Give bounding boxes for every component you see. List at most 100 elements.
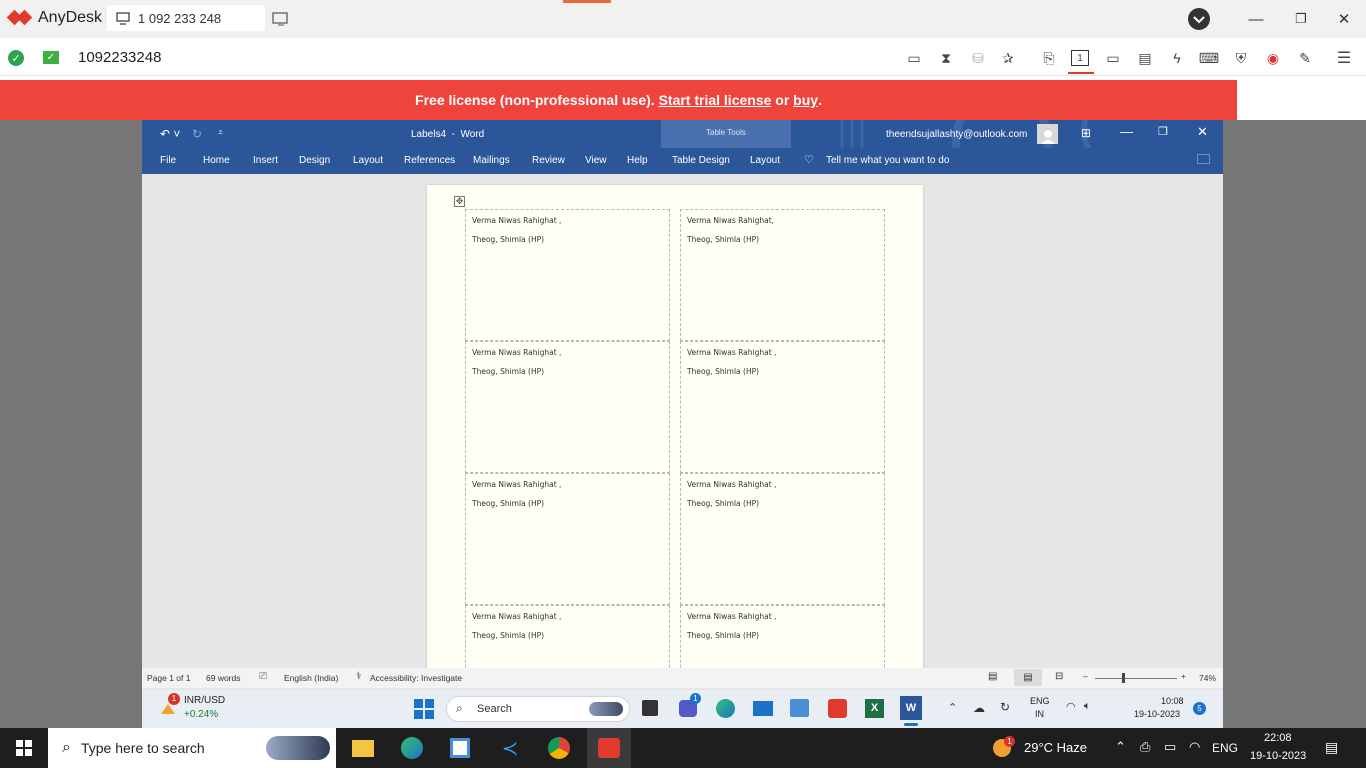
remote-clock-time[interactable]: 10:08 bbox=[1161, 696, 1184, 706]
label-cell[interactable]: Verma Niwas Rahighat , Theog, Shimla (HP) bbox=[465, 341, 670, 473]
tray-chevron-icon[interactable]: ⌃ bbox=[948, 701, 957, 714]
tab-help[interactable]: Help bbox=[627, 155, 648, 166]
zoom-out-icon[interactable]: – bbox=[1083, 671, 1088, 681]
document-area[interactable]: ✥ Verma Niwas Rahighat , Theog, Shimla (H… bbox=[142, 174, 1223, 668]
tell-me-input[interactable]: Tell me what you want to do bbox=[826, 155, 949, 166]
clock-date[interactable]: 19-10-2023 bbox=[1250, 750, 1306, 762]
mail-icon[interactable] bbox=[753, 701, 773, 716]
chrome-icon[interactable] bbox=[547, 736, 571, 760]
comments-icon[interactable] bbox=[1197, 154, 1210, 164]
qat-customize-icon[interactable]: ⩡ bbox=[218, 127, 223, 138]
redo-icon[interactable]: ↻ bbox=[192, 127, 202, 141]
menu-chevron-icon[interactable] bbox=[1187, 8, 1211, 30]
start-trial-link[interactable]: Start trial license bbox=[659, 92, 772, 108]
page-count[interactable]: Page 1 of 1 bbox=[147, 673, 190, 683]
tray-up-icon[interactable]: ⌃ bbox=[1115, 739, 1126, 755]
table-move-handle-icon[interactable]: ✥ bbox=[454, 196, 465, 207]
ribbon-display-options-icon[interactable]: ⊞ bbox=[1081, 126, 1091, 140]
edge-taskbar-icon[interactable] bbox=[400, 736, 424, 760]
lang-indicator[interactable]: ENG bbox=[1212, 741, 1238, 755]
remote-start-icon[interactable] bbox=[414, 699, 434, 719]
zoom-slider[interactable] bbox=[1095, 678, 1177, 679]
chat-icon[interactable]: ▤ bbox=[1135, 48, 1155, 68]
taskbar-search-box[interactable]: ⌕ Type here to search bbox=[48, 728, 336, 768]
file-transfer-icon[interactable]: ⎘ bbox=[1039, 48, 1059, 68]
actions-icon[interactable]: ϟ bbox=[1167, 48, 1187, 68]
tab-insert[interactable]: Insert bbox=[253, 155, 278, 166]
store-icon[interactable] bbox=[790, 699, 809, 717]
sync-icon[interactable]: ↻ bbox=[1000, 700, 1010, 714]
zoom-slider-thumb[interactable] bbox=[1122, 673, 1125, 683]
session-tab[interactable]: 1 092 233 248 bbox=[107, 5, 265, 31]
tab-layout[interactable]: Layout bbox=[353, 155, 383, 166]
buy-link[interactable]: buy bbox=[793, 92, 818, 108]
web-layout-icon[interactable]: ⊟ bbox=[1055, 671, 1063, 682]
permissions-icon[interactable]: ⛨ bbox=[1231, 48, 1251, 68]
notification-badge[interactable]: 5 bbox=[1193, 702, 1206, 715]
tab-table-design[interactable]: Table Design bbox=[672, 155, 730, 166]
file-explorer-icon[interactable] bbox=[351, 736, 375, 760]
label-cell[interactable]: Verma Niwas Rahighat , Theog, Shimla (HP) bbox=[465, 473, 670, 605]
tab-review[interactable]: Review bbox=[532, 155, 565, 166]
minimize-button[interactable]: — bbox=[1244, 8, 1268, 30]
label-cell[interactable]: Verma Niwas Rahighat , Theog, Shimla (HP) bbox=[680, 473, 885, 605]
accessibility-status[interactable]: Accessibility: Investigate bbox=[370, 673, 462, 683]
label-cell[interactable]: Verma Niwas Rahighat, Theog, Shimla (HP) bbox=[680, 209, 885, 341]
document-page[interactable]: ✥ Verma Niwas Rahighat , Theog, Shimla (H… bbox=[427, 185, 923, 668]
label-cell[interactable]: Verma Niwas Rahighat , Theog, Shimla (HP) bbox=[465, 209, 670, 341]
account-email[interactable]: theendsujallashty@outlook.com bbox=[886, 129, 1027, 140]
monitor-select-icon[interactable]: 1 bbox=[1071, 50, 1089, 66]
word-taskbar-icon[interactable]: W bbox=[900, 696, 922, 720]
clock-time[interactable]: 22:08 bbox=[1264, 732, 1292, 744]
vscode-icon[interactable]: ≺ bbox=[498, 736, 522, 760]
zoom-level[interactable]: 74% bbox=[1199, 673, 1216, 683]
ticker-change[interactable]: +0.24% bbox=[184, 709, 218, 720]
hourglass-icon[interactable]: ⧗ bbox=[936, 48, 956, 68]
keyboard-icon[interactable]: ⌨ bbox=[1199, 48, 1219, 68]
tab-file[interactable]: File bbox=[160, 155, 176, 166]
display-icon[interactable]: ▭ bbox=[1103, 48, 1123, 68]
record-icon[interactable]: ◉ bbox=[1263, 48, 1283, 68]
privacy-icon[interactable]: ▭ bbox=[904, 48, 924, 68]
tab-home[interactable]: Home bbox=[203, 155, 230, 166]
excel-icon[interactable]: X bbox=[865, 699, 884, 718]
ticker-name[interactable]: INR/USD bbox=[184, 695, 225, 706]
anydesk-remote-icon[interactable] bbox=[828, 699, 847, 718]
tab-design[interactable]: Design bbox=[299, 155, 330, 166]
whiteboard-pen-icon[interactable]: ✎ bbox=[1295, 48, 1315, 68]
action-center-icon[interactable]: ▤ bbox=[1325, 739, 1338, 756]
proofing-icon[interactable]: ⎚ bbox=[259, 671, 267, 682]
word-count[interactable]: 69 words bbox=[206, 673, 241, 683]
remote-search-box[interactable]: ⌕ Search bbox=[446, 696, 630, 722]
label-cell[interactable]: Verma Niwas Rahighat , Theog, Shimla (HP) bbox=[680, 341, 885, 473]
remote-lang-bottom[interactable]: IN bbox=[1035, 709, 1044, 719]
read-mode-icon[interactable]: ▤ bbox=[988, 671, 997, 682]
word-minimize-button[interactable]: — bbox=[1120, 124, 1133, 139]
restore-button[interactable]: ❐ bbox=[1289, 8, 1313, 30]
new-tab-icon[interactable] bbox=[272, 11, 290, 27]
meet-now-icon[interactable]: ⎙ bbox=[1140, 739, 1150, 755]
tab-mailings[interactable]: Mailings bbox=[473, 155, 510, 166]
wifi-icon[interactable]: ◠ bbox=[1066, 700, 1076, 713]
word-restore-button[interactable]: ❐ bbox=[1158, 125, 1168, 138]
store-taskbar-icon[interactable] bbox=[448, 736, 472, 760]
tab-table-layout[interactable]: Layout bbox=[750, 155, 780, 166]
tab-view[interactable]: View bbox=[585, 155, 607, 166]
edge-icon[interactable] bbox=[716, 699, 735, 718]
network-icon[interactable]: ◠ bbox=[1189, 739, 1200, 755]
anydesk-taskbar-icon[interactable] bbox=[597, 736, 621, 760]
word-close-button[interactable]: ✕ bbox=[1197, 124, 1208, 140]
volume-icon[interactable]: 🔈︎ bbox=[1084, 700, 1091, 713]
zoom-in-icon[interactable]: + bbox=[1181, 671, 1186, 681]
tab-references[interactable]: References bbox=[404, 155, 455, 166]
remote-id-field[interactable]: 1092233248 bbox=[78, 49, 161, 66]
battery-icon[interactable]: ▭ bbox=[1164, 739, 1176, 755]
start-icon[interactable] bbox=[16, 740, 32, 756]
favorite-icon[interactable]: ✰ bbox=[998, 48, 1018, 68]
label-cell[interactable]: Verma Niwas Rahighat , Theog, Shimla (HP) bbox=[465, 605, 670, 668]
close-button[interactable]: ✕ bbox=[1332, 8, 1356, 30]
print-layout-icon[interactable]: ▤ bbox=[1014, 669, 1042, 686]
remote-lang-top[interactable]: ENG bbox=[1030, 696, 1050, 706]
label-cell[interactable]: Verma Niwas Rahighat , Theog, Shimla (HP) bbox=[680, 605, 885, 668]
avatar[interactable] bbox=[1037, 124, 1058, 144]
